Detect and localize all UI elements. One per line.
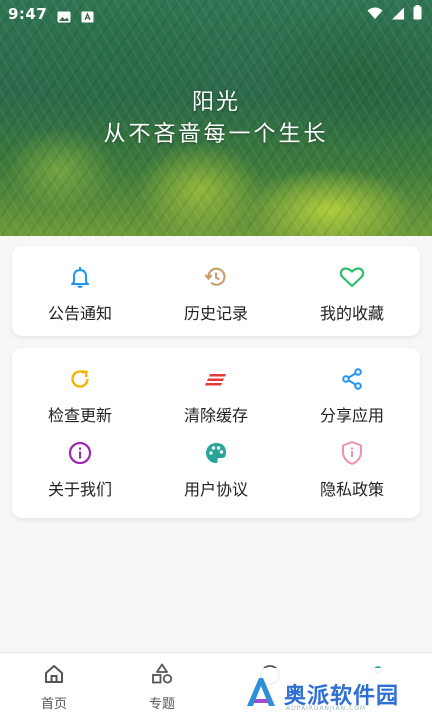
clear-cache-icon: [203, 366, 229, 392]
about-us-button[interactable]: 关于我们: [12, 440, 148, 500]
announcement-label: 公告通知: [47, 304, 112, 323]
user-agreement-label: 用户协议: [183, 480, 248, 499]
battery-icon: [413, 4, 422, 24]
check-update-button[interactable]: 检查更新: [12, 366, 148, 426]
info-icon: [67, 440, 93, 466]
shapes-icon: [151, 663, 173, 689]
heart-icon: [339, 264, 365, 290]
favorites-label: 我的收藏: [319, 304, 384, 323]
favorites-button[interactable]: 我的收藏: [284, 264, 420, 324]
share-app-label: 分享应用: [319, 406, 384, 425]
status-time: 9:47: [8, 5, 48, 23]
history-button[interactable]: 历史记录: [148, 264, 284, 324]
refresh-icon: [67, 366, 93, 392]
user-agreement-button[interactable]: 用户协议: [148, 440, 284, 500]
clear-cache-label: 清除缓存: [183, 406, 248, 425]
banner-subtitle: 从不吝啬每一个生长: [103, 122, 329, 147]
watermark: 奥派软件园 AOPAIRUANJIAN.COM: [234, 668, 432, 720]
share-icon: [339, 366, 365, 392]
palette-icon: [203, 440, 229, 466]
history-icon: [203, 264, 229, 290]
nav-topics-label: 专题: [148, 697, 175, 712]
app-notification-icon: [81, 8, 95, 23]
clear-cache-button[interactable]: 清除缓存: [148, 366, 284, 426]
home-icon: [43, 663, 65, 689]
nav-topics[interactable]: 专题: [108, 653, 216, 720]
nav-home[interactable]: 首页: [0, 653, 108, 720]
nav-home-label: 首页: [40, 697, 67, 712]
signal-icon: [391, 5, 405, 24]
shield-icon: [339, 440, 365, 466]
share-app-button[interactable]: 分享应用: [284, 366, 420, 426]
check-update-label: 检查更新: [47, 406, 112, 425]
privacy-policy-label: 隐私政策: [319, 480, 384, 499]
watermark-subtext: AOPAIRUANJIAN.COM: [286, 705, 367, 712]
about-us-label: 关于我们: [47, 480, 112, 499]
privacy-policy-button[interactable]: 隐私政策: [284, 440, 420, 500]
bell-icon: [67, 264, 93, 290]
watermark-logo-icon: [244, 675, 278, 713]
settings-menu-card: 检查更新 清除缓存 分享应用 关于我们 用户协议 隐私政策: [12, 348, 420, 518]
gallery-notification-icon: [57, 8, 71, 23]
status-bar: 9:47: [0, 0, 432, 28]
history-label: 历史记录: [183, 304, 248, 323]
announcement-button[interactable]: 公告通知: [12, 264, 148, 324]
banner-title: 阳光: [191, 90, 240, 115]
header-banner: 9:47 阳光 从不吝啬每一个生长: [0, 0, 432, 236]
quick-menu-card: 公告通知 历史记录 我的收藏: [12, 246, 420, 336]
wifi-icon: [367, 5, 383, 24]
